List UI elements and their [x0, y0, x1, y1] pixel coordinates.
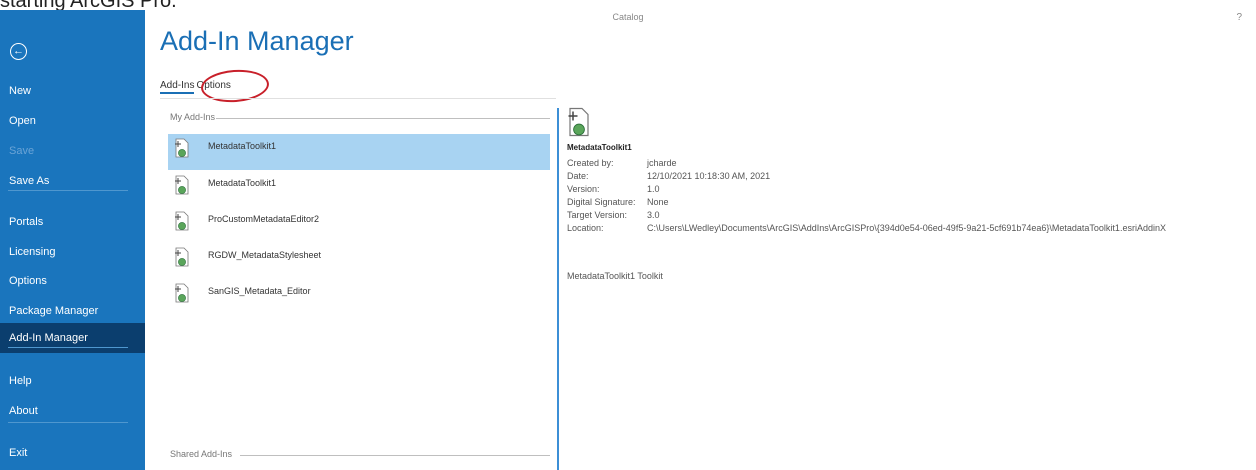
nav-separator [8, 347, 128, 348]
section-divider [216, 118, 550, 119]
nav-separator [8, 422, 128, 423]
add-in-file-icon [175, 247, 189, 267]
add-in-name: MetadataToolkit1 [208, 141, 277, 151]
nav-exit[interactable]: Exit [0, 439, 145, 467]
add-in-row[interactable]: MetadataToolkit1 [168, 171, 550, 207]
backstage-sidebar: ← New Open Save Save As Portals Licensin… [0, 10, 145, 470]
nav-add-in-manager[interactable]: Add-In Manager [0, 323, 145, 353]
add-in-name: SanGIS_Metadata_Editor [208, 286, 311, 296]
add-in-row[interactable]: SanGIS_Metadata_Editor [168, 279, 550, 315]
nav-options[interactable]: Options [0, 267, 145, 295]
detail-value-version: 1.0 [647, 184, 660, 194]
window-title: Catalog [612, 12, 644, 22]
my-add-ins-label: My Add-Ins [170, 112, 216, 122]
detail-value-target-version: 3.0 [647, 210, 660, 220]
nav-licensing[interactable]: Licensing [0, 238, 145, 266]
detail-value-digital-signature: None [647, 197, 669, 207]
detail-value-date: 12/10/2021 10:18:30 AM, 2021 [647, 171, 771, 181]
nav-portals[interactable]: Portals [0, 208, 145, 236]
panel-divider[interactable] [557, 108, 559, 470]
tab-divider [160, 98, 556, 99]
nav-separator [8, 190, 128, 191]
detail-value-created-by: jcharde [647, 158, 677, 168]
add-in-file-icon [175, 138, 189, 158]
detail-label-date: Date: [567, 171, 589, 181]
detail-label-version: Version: [567, 184, 600, 194]
nav-about[interactable]: About [0, 397, 145, 425]
nav-open[interactable]: Open [0, 107, 145, 135]
detail-value-location: C:\Users\LWedley\Documents\ArcGIS\AddIns… [647, 223, 1166, 233]
nav-new[interactable]: New [0, 77, 145, 105]
add-in-file-icon [175, 175, 189, 195]
add-in-detail-name: MetadataToolkit1 [567, 143, 632, 152]
detail-label-target-version: Target Version: [567, 210, 628, 220]
add-in-name: RGDW_MetadataStylesheet [208, 250, 322, 260]
add-in-file-icon [175, 283, 189, 303]
section-divider [240, 455, 550, 456]
nav-help[interactable]: Help [0, 367, 145, 395]
tab-add-ins[interactable]: Add-Ins [160, 80, 195, 94]
add-in-row[interactable]: MetadataToolkit1 [168, 134, 550, 170]
add-in-file-icon [568, 107, 589, 137]
add-in-file-icon [175, 211, 189, 231]
add-in-name: MetadataToolkit1 [208, 178, 277, 188]
help-icon[interactable]: ? [1236, 12, 1242, 23]
nav-package-manager[interactable]: Package Manager [0, 297, 145, 325]
nav-save[interactable]: Save [0, 137, 145, 165]
add-in-name: ProCustomMetadataEditor2 [208, 214, 320, 224]
add-in-row[interactable]: ProCustomMetadataEditor2 [168, 207, 550, 243]
page-title: Add-In Manager [160, 26, 354, 56]
detail-label-digital-signature: Digital Signature: [567, 197, 636, 207]
add-in-row[interactable]: RGDW_MetadataStylesheet [168, 243, 550, 279]
back-arrow-icon[interactable]: ← [10, 43, 27, 60]
shared-add-ins-label: Shared Add-Ins [170, 449, 233, 459]
detail-label-location: Location: [567, 223, 604, 233]
detail-label-created-by: Created by: [567, 158, 614, 168]
add-in-description: MetadataToolkit1 Toolkit [567, 271, 663, 281]
